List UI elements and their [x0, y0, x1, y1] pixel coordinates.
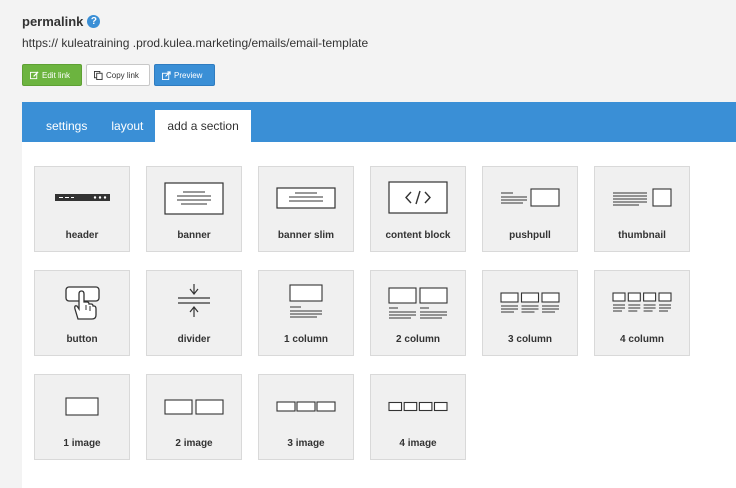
copy-icon [94, 70, 103, 80]
edit-link-button[interactable]: Edit link [22, 64, 82, 86]
copy-link-button[interactable]: Copy link [86, 64, 150, 86]
edit-link-label: Edit link [42, 70, 71, 80]
tab-bar: settings layout add a section [22, 102, 736, 142]
edit-icon [30, 70, 39, 79]
section-card-1-image[interactable]: 1 image [34, 374, 130, 460]
section-label: button [66, 334, 98, 345]
section-label: 3 column [508, 334, 552, 345]
help-icon[interactable]: ? [87, 15, 101, 28]
section-card-3-column[interactable]: 3 column [482, 270, 578, 356]
section-card-1-column[interactable]: 1 column [258, 270, 354, 356]
section-card-thumbnail[interactable]: thumbnail [594, 166, 690, 252]
permalink-actions: Edit link Copy link Preview [22, 64, 215, 86]
section-label: banner slim [277, 230, 335, 241]
three-image-icon [276, 401, 336, 412]
section-card-pushpull[interactable]: pushpull [482, 166, 578, 252]
section-card-banner-slim[interactable]: banner slim [258, 166, 354, 252]
section-label: 3 image [287, 438, 325, 449]
section-card-3-image[interactable]: 3 image [258, 374, 354, 460]
section-label: 2 image [175, 438, 213, 449]
section-panel: header banner banner slim content block [22, 142, 736, 488]
thumbnail-icon [613, 188, 672, 207]
three-column-icon [500, 292, 560, 313]
preview-label: Preview [174, 70, 203, 80]
pointer-hand-icon [65, 286, 100, 320]
tab-add-a-section[interactable]: add a section [155, 110, 251, 142]
section-card-banner[interactable]: banner [146, 166, 242, 252]
external-link-icon [162, 70, 171, 80]
tab-settings[interactable]: settings [34, 110, 99, 142]
banner-slim-icon [276, 187, 336, 209]
two-column-icon [388, 287, 448, 319]
code-icon [388, 181, 448, 214]
header-icon [55, 194, 110, 201]
one-image-icon [65, 397, 99, 416]
tab-layout[interactable]: layout [99, 110, 155, 142]
section-card-divider[interactable]: divider [146, 270, 242, 356]
section-label: 4 image [399, 438, 437, 449]
section-label: content block [385, 230, 451, 241]
four-column-icon [612, 292, 672, 312]
section-card-header[interactable]: header [34, 166, 130, 252]
section-label: header [65, 230, 99, 241]
one-column-icon [289, 284, 323, 318]
section-card-button[interactable]: button [34, 270, 130, 356]
permalink-title: permalink ? [22, 14, 101, 29]
section-card-4-image[interactable]: 4 image [370, 374, 466, 460]
section-label: 4 column [620, 334, 664, 345]
pushpull-icon [501, 188, 560, 207]
banner-icon [164, 182, 224, 215]
section-label: thumbnail [618, 230, 666, 241]
section-label: pushpull [509, 230, 551, 241]
permalink-url: https:// kuleatraining .prod.kulea.marke… [22, 36, 369, 50]
four-image-icon [388, 401, 448, 412]
section-card-content-block[interactable]: content block [370, 166, 466, 252]
section-label: 2 column [396, 334, 440, 345]
section-label: 1 column [284, 334, 328, 345]
section-card-2-column[interactable]: 2 column [370, 270, 466, 356]
permalink-label: permalink [22, 14, 84, 29]
two-image-icon [164, 399, 224, 415]
section-label: 1 image [63, 438, 101, 449]
preview-button[interactable]: Preview [154, 64, 215, 86]
copy-link-label: Copy link [106, 70, 139, 80]
divider-icon [178, 284, 210, 317]
section-label: divider [177, 334, 211, 345]
section-card-2-image[interactable]: 2 image [146, 374, 242, 460]
section-label: banner [177, 230, 211, 241]
section-card-4-column[interactable]: 4 column [594, 270, 690, 356]
